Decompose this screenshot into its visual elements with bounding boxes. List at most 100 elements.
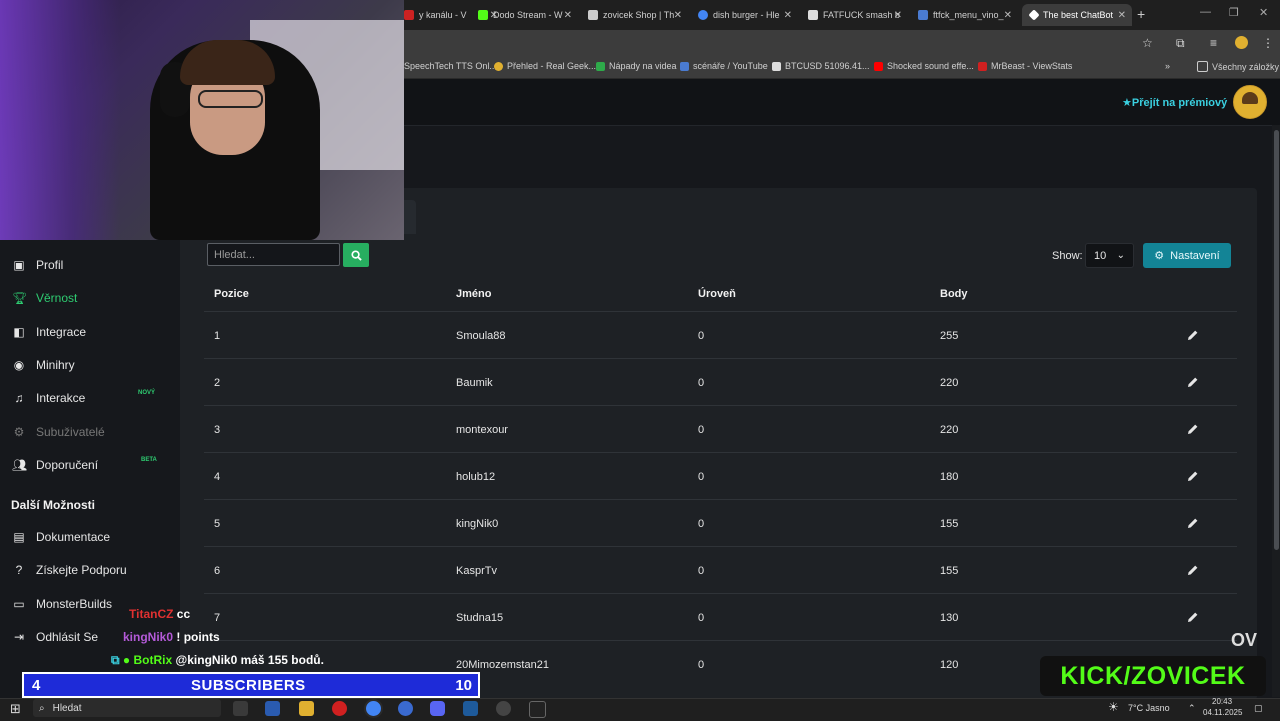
app-icon[interactable] <box>463 701 478 716</box>
more-bookmarks-icon[interactable]: » <box>1165 61 1170 71</box>
star-icon: ★ <box>1122 97 1132 109</box>
folder-icon <box>1197 61 1208 72</box>
edit-icon[interactable] <box>1187 423 1199 435</box>
bookmark-favicon <box>772 61 781 71</box>
edit-icon[interactable] <box>1187 470 1199 482</box>
cell-points: 220 <box>940 424 959 436</box>
column-header-name[interactable]: Jméno <box>456 288 491 300</box>
cell-points: 180 <box>940 471 959 483</box>
browser-tab[interactable]: zovicek Shop | Th ✕ <box>580 4 688 26</box>
sidebar-item-monsterbuilds[interactable]: ▭ MonsterBuilds <box>12 597 112 611</box>
reading-list-icon[interactable]: ≡ <box>1210 36 1217 50</box>
page-size-select[interactable]: 10 ⌄ <box>1085 243 1134 268</box>
taskbar-search[interactable]: ⌕ Hledat <box>33 699 221 717</box>
sidebar-item-integrace[interactable]: ◧ Integrace <box>12 325 86 339</box>
app-icon[interactable] <box>496 701 511 716</box>
notifications-icon[interactable]: ▢ <box>1254 703 1263 714</box>
sidebar-item-subuzivatele[interactable]: ⚙ Subuživatelé <box>12 425 105 439</box>
bookmark[interactable]: Shocked sound effe... <box>874 61 974 71</box>
clock-date: 04.11.2025 <box>1203 708 1243 717</box>
sidebar-item-dokumentace[interactable]: ▤ Dokumentace <box>12 530 110 544</box>
bookmark-favicon <box>680 61 689 71</box>
close-icon[interactable]: ✕ <box>784 10 792 21</box>
cell-level: 0 <box>698 424 705 436</box>
menu-icon[interactable]: ⋮ <box>1262 36 1274 50</box>
file-explorer-icon[interactable] <box>299 701 314 716</box>
new-tab-icon[interactable]: + <box>1137 6 1145 22</box>
task-view-icon[interactable] <box>233 701 248 716</box>
cell-name: Studna15 <box>456 612 504 624</box>
edit-icon[interactable] <box>1187 376 1199 388</box>
subscriber-label: SUBSCRIBERS <box>191 676 306 694</box>
premium-link[interactable]: ★Přejít na prémiový <box>1122 96 1227 109</box>
column-header-points[interactable]: Body <box>940 288 968 300</box>
chrome-icon[interactable] <box>366 701 381 716</box>
column-header-level[interactable]: Úroveň <box>698 288 736 300</box>
bookmark[interactable]: SpeechTech TTS Onl... <box>404 61 497 71</box>
search-button[interactable] <box>343 243 369 267</box>
bookmark[interactable]: Přehled - Real Geek... <box>494 61 596 71</box>
sidebar-item-interakce[interactable]: ♫ Interakce <box>12 391 86 405</box>
browser-tab[interactable]: Dodo Stream - W ✕ <box>470 4 578 26</box>
cell-points: 220 <box>940 377 959 389</box>
bookmark[interactable]: BTCUSD 51096.41... <box>772 61 870 71</box>
sidebar-item-minihry[interactable]: ◉ Minihry <box>12 358 75 372</box>
settings-button[interactable]: ⚙ Nastavení <box>1143 243 1231 268</box>
chat-message: TitanCZ cc <box>129 607 191 621</box>
divider <box>204 358 1237 359</box>
sidebar-item-profil[interactable]: ▣ Profil <box>12 258 63 272</box>
browser-tab-active[interactable]: The best ChatBot ✕ <box>1022 4 1132 26</box>
cell-level: 0 <box>698 612 705 624</box>
edit-icon[interactable] <box>1187 611 1199 623</box>
tray-chevron-icon[interactable]: ⌃ <box>1188 703 1196 714</box>
close-icon[interactable]: ✕ <box>1004 10 1012 21</box>
beta-badge: BETA <box>141 457 157 463</box>
all-bookmarks[interactable]: Všechny záložky <box>1197 61 1279 72</box>
cell-points: 130 <box>940 612 959 624</box>
sidebar-item-podpora[interactable]: ? Získejte Podporu <box>12 563 127 577</box>
app-icon[interactable] <box>398 701 413 716</box>
trophy-icon: 🏆︎ <box>12 291 28 305</box>
edit-icon[interactable] <box>1187 329 1199 341</box>
star-icon[interactable]: ☆ <box>1142 36 1153 50</box>
tab-favicon <box>478 10 488 20</box>
browser-tab[interactable]: dish burger - Hle ✕ <box>690 4 798 26</box>
cell-level: 0 <box>698 330 705 342</box>
windows-start-icon[interactable]: ⊞ <box>10 701 21 717</box>
bookmark[interactable]: Nápady na videa <box>596 61 677 71</box>
browser-tab[interactable]: ftfck_menu_vino_ ✕ <box>910 4 1018 26</box>
sidebar-item-doporuceni[interactable]: 👥︎ Doporučení <box>12 458 98 472</box>
close-icon[interactable]: ✕ <box>1118 10 1126 21</box>
discord-icon[interactable] <box>430 701 445 716</box>
close-icon[interactable]: ✕ <box>674 10 682 21</box>
bookmark[interactable]: scénáře / YouTube <box>680 61 768 71</box>
edit-icon[interactable] <box>1187 517 1199 529</box>
epic-games-icon[interactable] <box>529 701 546 718</box>
close-icon[interactable]: ✕ <box>564 10 572 21</box>
tab-favicon <box>808 10 818 20</box>
sidebar-item-odhlasit[interactable]: ⇥ Odhlásit Se <box>12 630 98 644</box>
logout-icon: ⇥ <box>13 630 25 644</box>
cell-position: 7 <box>214 612 221 624</box>
browser-tab[interactable]: FATFUCK smash b ✕ <box>800 4 908 26</box>
cube-icon: ◧ <box>13 325 25 339</box>
users-icon: 👥︎ <box>12 458 28 472</box>
avatar[interactable] <box>1233 85 1267 119</box>
gamepad-icon: ◉ <box>13 358 25 372</box>
restore-icon[interactable]: ❐ <box>1229 6 1239 19</box>
search-input[interactable] <box>207 243 340 266</box>
profile-avatar-icon[interactable] <box>1235 36 1248 49</box>
extensions-icon[interactable]: ⧉ <box>1176 36 1185 51</box>
app-icon[interactable] <box>332 701 347 716</box>
sidebar-item-vernost[interactable]: 🏆︎ Věrnost <box>12 291 77 305</box>
close-icon[interactable]: ✕ <box>894 10 902 21</box>
app-icon[interactable] <box>265 701 280 716</box>
minimize-icon[interactable]: — <box>1200 6 1211 18</box>
bookmark[interactable]: MrBeast - ViewStats <box>978 61 1072 71</box>
cell-level: 0 <box>698 518 705 530</box>
column-header-position[interactable]: Pozice <box>214 288 249 300</box>
edit-icon[interactable] <box>1187 564 1199 576</box>
window-close-icon[interactable]: ✕ <box>1259 6 1268 19</box>
gear-icon: ⚙ <box>13 425 25 439</box>
scrollbar-thumb[interactable] <box>1274 130 1279 550</box>
